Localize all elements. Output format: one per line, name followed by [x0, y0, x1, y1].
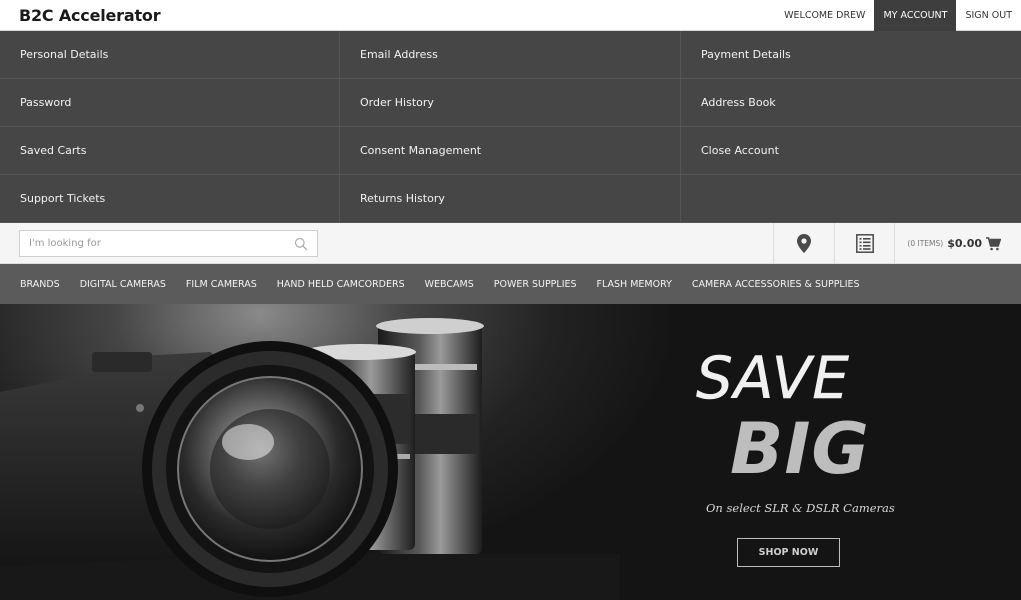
site-logo[interactable]: B2C Accelerator — [19, 6, 161, 25]
search-input[interactable] — [20, 231, 317, 256]
cart-total: $0.00 — [947, 237, 982, 250]
hero-banner[interactable]: SAVE BIG On select SLR & DSLR Cameras SH… — [0, 304, 1021, 600]
nav-film-cameras[interactable]: FILM CAMERAS — [176, 279, 267, 290]
nav-webcams[interactable]: WEBCAMS — [415, 279, 484, 290]
hero-subheadline: BIG — [730, 408, 870, 490]
top-bar: B2C Accelerator WELCOME DREW MY ACCOUNT … — [0, 0, 1021, 31]
menu-empty-cell — [681, 175, 1021, 223]
nav-camera-accessories[interactable]: CAMERA ACCESSORIES & SUPPLIES — [682, 279, 870, 290]
my-account-link[interactable]: MY ACCOUNT — [874, 0, 957, 31]
map-pin-icon — [797, 234, 811, 253]
list-icon — [856, 234, 874, 253]
nav-power-supplies[interactable]: POWER SUPPLIES — [484, 279, 587, 290]
menu-item-password[interactable]: Password — [0, 79, 340, 127]
shop-now-button[interactable]: SHOP NOW — [737, 538, 840, 567]
nav-digital-cameras[interactable]: DIGITAL CAMERAS — [70, 279, 176, 290]
hero-headline: SAVE — [696, 344, 850, 413]
camera-lenses-image — [0, 318, 620, 600]
menu-item-saved-carts[interactable]: Saved Carts — [0, 127, 340, 175]
welcome-text: WELCOME DREW — [784, 10, 866, 21]
store-finder-button[interactable] — [773, 223, 834, 264]
nav-brands[interactable]: BRANDS — [10, 279, 70, 290]
header-links: WELCOME DREW MY ACCOUNT SIGN OUT — [775, 0, 1021, 31]
account-menu: Personal Details Email Address Payment D… — [0, 31, 1021, 223]
menu-item-address-book[interactable]: Address Book — [681, 79, 1021, 127]
cart-icon — [986, 236, 1001, 250]
quick-order-button[interactable] — [834, 223, 895, 264]
menu-item-personal-details[interactable]: Personal Details — [0, 31, 340, 79]
menu-item-close-account[interactable]: Close Account — [681, 127, 1021, 175]
nav-hand-held-camcorders[interactable]: HAND HELD CAMCORDERS — [267, 279, 415, 290]
search-row: (0 ITEMS) $0.00 — [0, 223, 1021, 264]
menu-item-returns-history[interactable]: Returns History — [340, 175, 681, 223]
search-box — [19, 230, 318, 257]
cart-item-count: (0 ITEMS) — [907, 239, 944, 248]
menu-item-email-address[interactable]: Email Address — [340, 31, 681, 79]
menu-item-consent-management[interactable]: Consent Management — [340, 127, 681, 175]
search-icon[interactable] — [294, 237, 308, 251]
menu-item-order-history[interactable]: Order History — [340, 79, 681, 127]
menu-item-payment-details[interactable]: Payment Details — [681, 31, 1021, 79]
mini-cart[interactable]: (0 ITEMS) $0.00 — [894, 223, 1021, 264]
menu-item-support-tickets[interactable]: Support Tickets — [0, 175, 340, 223]
category-nav: BRANDS DIGITAL CAMERAS FILM CAMERAS HAND… — [0, 264, 1021, 304]
nav-flash-memory[interactable]: FLASH MEMORY — [587, 279, 682, 290]
sign-out-link[interactable]: SIGN OUT — [956, 0, 1021, 31]
hero-tagline: On select SLR & DSLR Cameras — [706, 501, 895, 515]
